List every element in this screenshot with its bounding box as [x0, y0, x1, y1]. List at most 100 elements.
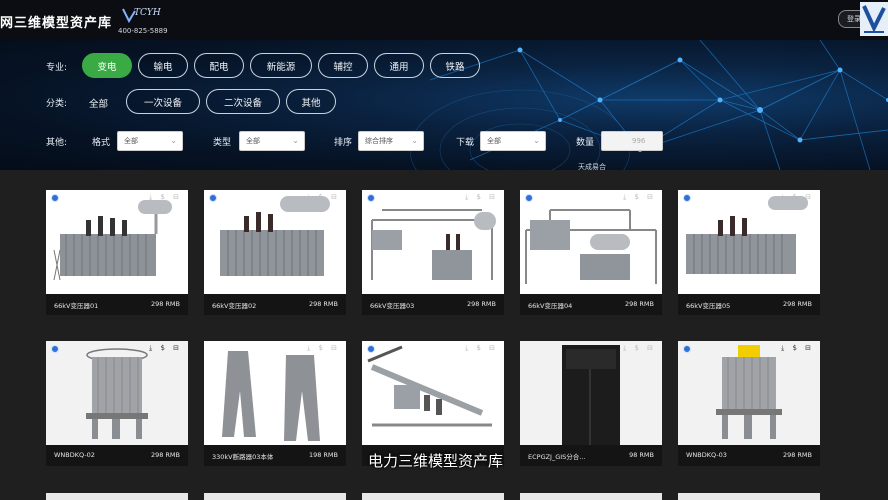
model-name: ECPGZJ_GIS分合... [528, 453, 586, 461]
model-card[interactable]: ⤓ $ ⊟ 330kV断路器03本体 198 RMB [204, 341, 346, 466]
model-thumbnail [520, 190, 662, 294]
download-select[interactable]: 全部 ⌄ [480, 131, 546, 151]
sort-select[interactable]: 综合排序 ⌄ [358, 131, 424, 151]
model-price: 298 RMB [308, 300, 338, 308]
category-pill-secondary[interactable]: 二次设备 [206, 89, 280, 114]
model-name: 66kV变压器02 [212, 302, 257, 310]
filter-panel: 专业: 变电 输电 配电 新能源 辅控 通用 铁路 分类: 全部 一次设备 二次… [0, 40, 888, 170]
card-footer: 66kV变压器03 298 RMB [362, 294, 504, 315]
model-card-partial[interactable] [46, 493, 188, 500]
chevron-down-icon: ⌄ [533, 136, 540, 145]
download-select-value: 全部 [487, 137, 501, 145]
model-card[interactable]: ⤓ $ ⊟ 66kV变压器05 298 RMB [678, 190, 820, 315]
model-thumbnail [678, 190, 820, 294]
model-card[interactable]: ⤓ $ ⊟ 66kV变压器02 298 RMB [204, 190, 346, 315]
major-pill-aux-control[interactable]: 辅控 [318, 53, 368, 78]
model-price: 298 RMB [782, 300, 812, 308]
model-card[interactable]: ⤓ $ ⊟ ECPGZJ_GIS分合... 98 RMB [520, 341, 662, 466]
card-footer: WNBDKQ-03 298 RMB [678, 445, 820, 466]
card-footer: ECPGZJ_GIS分合... 98 RMB [520, 445, 662, 466]
chevron-down-icon: ⌄ [292, 136, 299, 145]
model-thumbnail [520, 341, 662, 445]
card-action-icons[interactable]: ⤓ $ ⊟ [465, 344, 498, 353]
model-name: 66kV变压器04 [528, 302, 573, 310]
model-thumbnail [362, 341, 504, 445]
company-logo[interactable]: TCYH 400-825-5889 [118, 5, 178, 37]
format-select-value: 全部 [124, 137, 138, 145]
video-subtitle: 电力三维模型资产库 [368, 452, 504, 470]
category-badge-icon [683, 194, 691, 202]
major-pill-transmission[interactable]: 输电 [138, 53, 188, 78]
card-action-icons[interactable]: ⤓ $ ⊟ [781, 193, 814, 202]
model-price: 298 RMB [466, 300, 496, 308]
model-name: 66kV变压器03 [370, 302, 415, 310]
card-footer: 66kV变压器02 298 RMB [204, 294, 346, 315]
major-pill-railway[interactable]: 铁路 [430, 53, 480, 78]
model-card-partial[interactable] [520, 493, 662, 500]
category-badge-icon [367, 194, 375, 202]
major-pill-new-energy[interactable]: 新能源 [250, 53, 312, 78]
hint-text: 天成易合 [578, 163, 606, 170]
major-pill-distribution[interactable]: 配电 [194, 53, 244, 78]
category-badge-icon [683, 345, 691, 353]
model-card[interactable]: ⤓ $ ⊟ [362, 341, 504, 466]
model-thumbnail [46, 341, 188, 445]
model-price: 198 RMB [308, 451, 338, 459]
model-card[interactable]: ⤓ $ ⊟ 66kV变压器01 298 RMB [46, 190, 188, 315]
model-name: 66kV变压器05 [686, 302, 731, 310]
model-thumbnail [46, 190, 188, 294]
model-card[interactable]: ⤓ $ ⊟ 66kV变压器04 298 RMB [520, 190, 662, 315]
model-price: 298 RMB [624, 300, 654, 308]
model-name: 66kV变压器01 [54, 302, 99, 310]
model-thumbnail [362, 190, 504, 294]
card-action-icons[interactable]: ⤓ $ ⊟ [623, 193, 656, 202]
card-action-icons[interactable]: ⤓ $ ⊟ [307, 193, 340, 202]
category-pill-other[interactable]: 其他 [286, 89, 336, 114]
card-footer: 330kV断路器03本体 198 RMB [204, 445, 346, 466]
card-action-icons[interactable]: ⤓ $ ⊟ [623, 344, 656, 353]
model-card-partial[interactable] [362, 493, 504, 500]
model-name: WNBDKQ-03 [686, 451, 727, 459]
sort-select-value: 综合排序 [365, 137, 393, 145]
major-pill-general[interactable]: 通用 [374, 53, 424, 78]
model-price: 298 RMB [150, 300, 180, 308]
card-action-icons[interactable]: ⤓ $ ⊟ [149, 344, 182, 353]
category-badge-icon [51, 194, 59, 202]
model-price: 98 RMB [629, 451, 654, 459]
card-action-icons[interactable]: ⤓ $ ⊟ [149, 193, 182, 202]
sort-label: 排序 [334, 138, 353, 148]
category-badge-icon [209, 194, 217, 202]
major-label: 专业: [46, 63, 68, 73]
quantity-input[interactable]: 996 [601, 131, 663, 151]
corner-logo-badge [860, 2, 888, 36]
model-name: 330kV断路器03本体 [212, 453, 274, 461]
chevron-down-icon: ⌄ [411, 136, 418, 145]
format-label: 格式 [92, 138, 111, 148]
model-thumbnail [204, 190, 346, 294]
model-card[interactable]: ⤓ $ ⊟ 66kV变压器03 298 RMB [362, 190, 504, 315]
model-card[interactable]: ⤓ $ ⊟ WNBDKQ-03 298 RMB [678, 341, 820, 466]
card-action-icons[interactable]: ⤓ $ ⊟ [465, 193, 498, 202]
logo-phone: 400-825-5889 [118, 27, 168, 35]
major-pill-substation[interactable]: 变电 [82, 53, 132, 78]
card-action-icons[interactable]: ⤓ $ ⊟ [781, 344, 814, 353]
category-all[interactable]: 全部 [89, 96, 108, 110]
category-badge-icon [367, 345, 375, 353]
category-label: 分类: [46, 99, 68, 109]
corner-logo-icon [862, 5, 886, 33]
card-footer: WNBDKQ-02 298 RMB [46, 445, 188, 466]
type-select[interactable]: 全部 ⌄ [239, 131, 305, 151]
model-name: WNBDKQ-02 [54, 451, 95, 459]
logo-text: TCYH [134, 8, 161, 18]
model-card-partial[interactable] [678, 493, 820, 500]
chevron-down-icon: ⌄ [170, 136, 177, 145]
site-title[interactable]: 网三维模型资产库 [0, 12, 112, 31]
download-label: 下载 [456, 138, 475, 148]
model-card-partial[interactable] [204, 493, 346, 500]
model-card[interactable]: ⤓ $ ⊟ WNBDKQ-02 298 RMB [46, 341, 188, 466]
card-action-icons[interactable]: ⤓ $ ⊟ [307, 344, 340, 353]
category-pill-primary[interactable]: 一次设备 [126, 89, 200, 114]
top-bar: 网三维模型资产库 TCYH 400-825-5889 登录 [0, 0, 888, 40]
format-select[interactable]: 全部 ⌄ [117, 131, 183, 151]
type-label: 类型 [213, 138, 232, 148]
